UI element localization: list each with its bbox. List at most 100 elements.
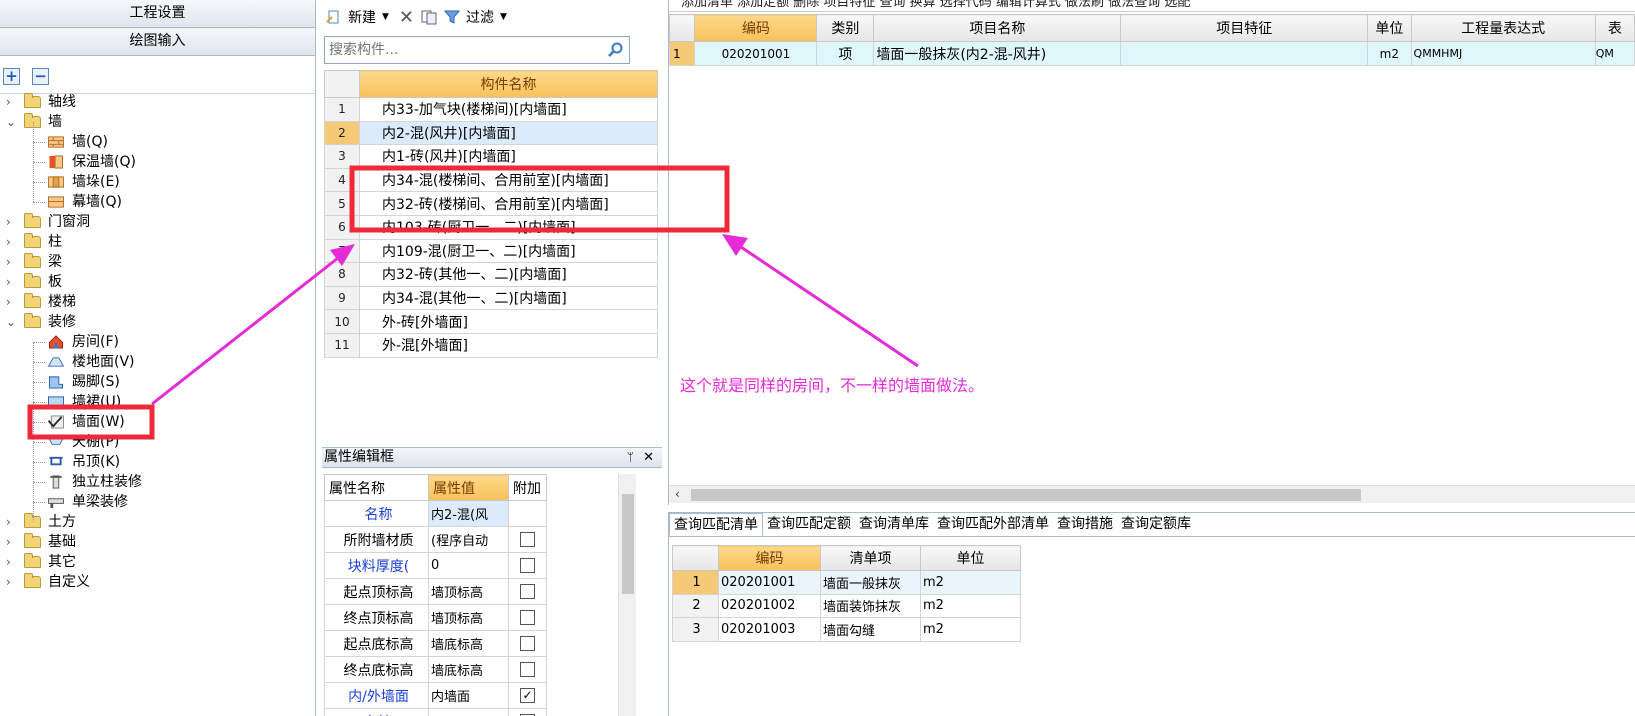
- tree-item-wall-q[interactable]: 墙(Q): [0, 132, 300, 152]
- tab-4[interactable]: 查询措施: [1053, 513, 1117, 536]
- tab-2[interactable]: 查询清单库: [855, 513, 933, 536]
- tree-item-column[interactable]: › 柱: [0, 232, 300, 252]
- component-row[interactable]: 10 外-砖[外墙面]: [324, 309, 658, 334]
- component-row[interactable]: 7 内109-混(厨卫一、二)[内墙面]: [324, 238, 658, 264]
- property-value[interactable]: [428, 708, 509, 716]
- property-value[interactable]: 墙底标高: [428, 656, 509, 683]
- tree-toggle-icon[interactable]: ›: [6, 572, 11, 592]
- component-row-name[interactable]: 外-砖[外墙面]: [359, 309, 658, 334]
- property-checkbox[interactable]: [520, 532, 535, 547]
- pin-icon[interactable]: ᛘ: [627, 448, 634, 467]
- tab-5[interactable]: 查询定额库: [1117, 513, 1195, 536]
- component-row[interactable]: 3 内1-砖(风井)[内墙面]: [324, 144, 658, 169]
- nav-header-drawing-input[interactable]: 绘图输入: [0, 28, 315, 56]
- tree-toggle-icon[interactable]: ›: [6, 532, 11, 552]
- match-row-code[interactable]: 020201001: [718, 570, 821, 595]
- tab-3[interactable]: 查询匹配外部清单: [933, 513, 1053, 536]
- component-row-name[interactable]: 内103-砖(厨卫一、二)[内墙面]: [359, 214, 658, 240]
- nav-header-project-settings[interactable]: 工程设置: [0, 0, 315, 28]
- match-row-unit[interactable]: m2: [920, 570, 1021, 595]
- tree-item-skirting[interactable]: 踢脚(S): [0, 372, 300, 392]
- property-value[interactable]: 墙顶标高: [428, 578, 509, 605]
- component-name-header[interactable]: 构件名称: [359, 70, 658, 98]
- collapse-all-button[interactable]: −: [32, 68, 49, 85]
- property-value[interactable]: 0: [428, 552, 509, 579]
- match-row-unit[interactable]: m2: [920, 617, 1021, 642]
- bill-cell-feature[interactable]: [1120, 41, 1369, 66]
- tree-toggle-icon[interactable]: ›: [6, 92, 11, 112]
- component-row-name[interactable]: 内2-混(风井)[内墙面]: [359, 120, 658, 146]
- search-icon[interactable]: [608, 42, 624, 58]
- match-row-code[interactable]: 020201002: [718, 593, 821, 618]
- search-input[interactable]: [325, 37, 595, 63]
- component-row[interactable]: 8 内32-砖(其他一、二)[内墙面]: [324, 262, 658, 287]
- expand-all-button[interactable]: +: [3, 68, 20, 85]
- bill-cell-unit[interactable]: m2: [1367, 41, 1412, 66]
- copy-icon[interactable]: [420, 9, 438, 25]
- match-row[interactable]: 1 020201001 墙面一般抹灰 m2: [672, 570, 1021, 595]
- tree-toggle-icon[interactable]: ›: [6, 552, 11, 572]
- tree-item-insulated-wall[interactable]: 保温墙(Q): [0, 152, 300, 172]
- component-row[interactable]: 9 内34-混(其他一、二)[内墙面]: [324, 285, 658, 311]
- tree-item-earthwork[interactable]: › 土方: [0, 512, 300, 532]
- tree-item-axis[interactable]: › 轴线: [0, 92, 300, 112]
- match-row[interactable]: 2 020201002 墙面装饰抹灰 m2: [672, 593, 1021, 618]
- tree-item-beam[interactable]: › 梁: [0, 252, 300, 272]
- tree-toggle-icon[interactable]: ›: [6, 292, 11, 312]
- tree-item-curtain-wall[interactable]: 幕墙(Q): [0, 192, 300, 212]
- component-row-name[interactable]: 内32-砖(其他一、二)[内墙面]: [359, 262, 658, 287]
- new-button[interactable]: 新建: [348, 7, 376, 27]
- property-scroll-thumb[interactable]: [622, 494, 634, 594]
- bill-toolbar-text[interactable]: 添加清单 添加定额 删除 项目特征 查询 换算 选择代码 编辑计算式 做法刷 做…: [681, 0, 1190, 10]
- tree-item-floor[interactable]: 楼地面(V): [0, 352, 300, 372]
- bill-cell-name[interactable]: 墙面一般抹灰(内2-混-风井): [873, 41, 1122, 66]
- component-row-name[interactable]: 内34-混(楼梯间、合用前室)[内墙面]: [359, 167, 658, 193]
- bill-header-4[interactable]: 项目特征: [1120, 14, 1369, 42]
- tree-item-slab[interactable]: › 板: [0, 272, 300, 292]
- bill-cell-code[interactable]: 020201001: [694, 41, 818, 66]
- tree-toggle-icon[interactable]: ›: [6, 272, 11, 292]
- component-row-name[interactable]: 内1-砖(风井)[内墙面]: [359, 144, 658, 169]
- component-row[interactable]: 11 外-混[外墙面]: [324, 332, 658, 358]
- match-row-item[interactable]: 墙面一般抹灰: [820, 570, 921, 595]
- match-row-unit[interactable]: m2: [920, 593, 1021, 618]
- bill-cell-type[interactable]: 项: [816, 41, 875, 66]
- match-row-item[interactable]: 墙面勾缝: [820, 617, 921, 642]
- match-row[interactable]: 3 020201003 墙面勾缝 m2: [672, 617, 1021, 642]
- tree-item-wall-surface[interactable]: 墙面(W): [0, 412, 300, 432]
- tree-item-wall[interactable]: ⌄ 墙: [0, 112, 300, 132]
- match-row-code[interactable]: 020201003: [718, 617, 821, 642]
- bill-header-0[interactable]: [668, 14, 696, 42]
- property-checkbox-checked[interactable]: ✓: [520, 688, 535, 703]
- tab-1[interactable]: 查询匹配定额: [763, 513, 855, 536]
- component-row[interactable]: 5 内32-砖(楼梯间、合用前室)[内墙面]: [324, 191, 658, 216]
- tree-toggle-icon[interactable]: ›: [6, 252, 11, 272]
- tree-toggle-icon[interactable]: ›: [6, 232, 11, 252]
- tree-item-dado[interactable]: 墙裙(U): [0, 392, 300, 412]
- component-row-name[interactable]: 内34-混(其他一、二)[内墙面]: [359, 285, 658, 311]
- bill-row[interactable]: 1 020201001 项墙面一般抹灰(内2-混-风井) m2 QMMHMJ QM: [668, 41, 1635, 66]
- bill-header-6[interactable]: 工程量表达式: [1410, 14, 1596, 42]
- tree-item-stair[interactable]: › 楼梯: [0, 292, 300, 312]
- tree-item-column-finish[interactable]: 独立柱装修: [0, 472, 300, 492]
- new-dropdown-icon[interactable]: ▼: [382, 12, 389, 22]
- tree-item-decoration[interactable]: ⌄ 装修: [0, 312, 300, 332]
- property-checkbox[interactable]: [520, 558, 535, 573]
- bill-header-5[interactable]: 单位: [1367, 14, 1412, 42]
- match-row-item[interactable]: 墙面装饰抹灰: [820, 593, 921, 618]
- delete-icon[interactable]: ✕: [399, 7, 414, 28]
- bill-list-hscroll[interactable]: ‹: [669, 485, 1635, 503]
- match-header-1[interactable]: 编码: [718, 545, 821, 571]
- close-icon[interactable]: ✕: [643, 448, 654, 467]
- property-value[interactable]: 墙底标高: [428, 630, 509, 657]
- property-scrollbar[interactable]: [618, 474, 636, 716]
- tree-item-room[interactable]: 房间(F): [0, 332, 300, 352]
- tree-item-beam-finish[interactable]: 单梁装修: [0, 492, 300, 512]
- bill-header-1[interactable]: 编码: [694, 14, 818, 42]
- component-row-name[interactable]: 外-混[外墙面]: [359, 332, 658, 358]
- match-header-2[interactable]: 清单项: [820, 545, 921, 571]
- bill-header-7[interactable]: 表: [1594, 14, 1635, 42]
- bill-cell-expr[interactable]: QMMHMJ: [1410, 41, 1596, 66]
- match-header-0[interactable]: [672, 545, 719, 571]
- tree-toggle-icon[interactable]: ›: [6, 512, 11, 532]
